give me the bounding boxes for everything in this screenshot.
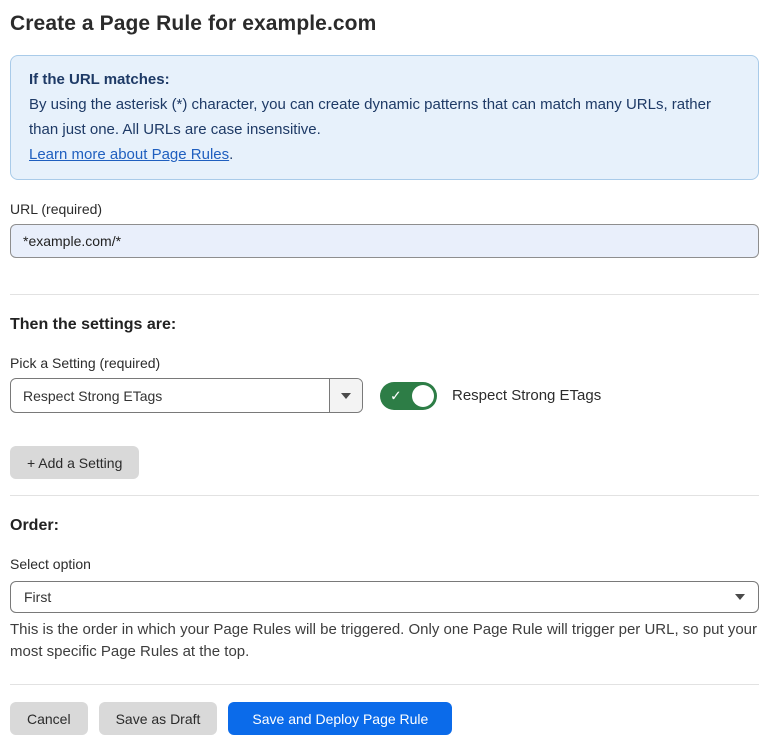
footer-divider xyxy=(10,684,759,685)
check-icon: ✓ xyxy=(390,388,402,402)
toggle-label: Respect Strong ETags xyxy=(452,387,601,404)
order-select[interactable]: First xyxy=(10,581,759,613)
order-select-label: Select option xyxy=(10,556,759,572)
save-as-draft-button[interactable]: Save as Draft xyxy=(99,702,218,735)
url-matches-info-box: If the URL matches: By using the asteris… xyxy=(10,55,759,180)
url-field-label: URL (required) xyxy=(10,201,759,217)
setting-select-arrow-button[interactable] xyxy=(329,379,362,412)
order-help-text: This is the order in which your Page Rul… xyxy=(10,619,759,663)
url-input[interactable] xyxy=(10,224,759,258)
add-setting-button[interactable]: + Add a Setting xyxy=(10,446,139,479)
settings-section-heading: Then the settings are: xyxy=(10,316,759,334)
chevron-down-icon xyxy=(735,594,745,600)
learn-more-link[interactable]: Learn more about Page Rules xyxy=(29,146,229,163)
section-divider xyxy=(10,495,759,496)
link-period: . xyxy=(229,146,233,163)
save-and-deploy-button[interactable]: Save and Deploy Page Rule xyxy=(228,702,452,735)
page-rule-form: Create a Page Rule for example.com If th… xyxy=(0,12,769,735)
setting-select-value: Respect Strong ETags xyxy=(11,379,329,412)
pick-setting-label: Pick a Setting (required) xyxy=(10,355,759,371)
setting-select[interactable]: Respect Strong ETags xyxy=(10,378,363,413)
footer-actions: Cancel Save as Draft Save and Deploy Pag… xyxy=(10,702,759,735)
info-box-body: By using the asterisk (*) character, you… xyxy=(29,92,740,142)
info-box-heading: If the URL matches: xyxy=(29,67,740,92)
section-divider xyxy=(10,294,759,295)
chevron-down-icon xyxy=(341,393,351,399)
setting-row: Respect Strong ETags ✓ Respect Strong ET… xyxy=(10,378,759,413)
toggle-knob xyxy=(412,385,434,407)
setting-toggle-wrap: ✓ Respect Strong ETags xyxy=(380,382,601,410)
setting-toggle[interactable]: ✓ xyxy=(380,382,437,410)
cancel-button[interactable]: Cancel xyxy=(10,702,88,735)
info-box-link-line: Learn more about Page Rules. xyxy=(29,142,740,167)
order-select-value: First xyxy=(24,589,51,605)
page-title: Create a Page Rule for example.com xyxy=(10,12,759,36)
order-section-heading: Order: xyxy=(10,517,759,535)
